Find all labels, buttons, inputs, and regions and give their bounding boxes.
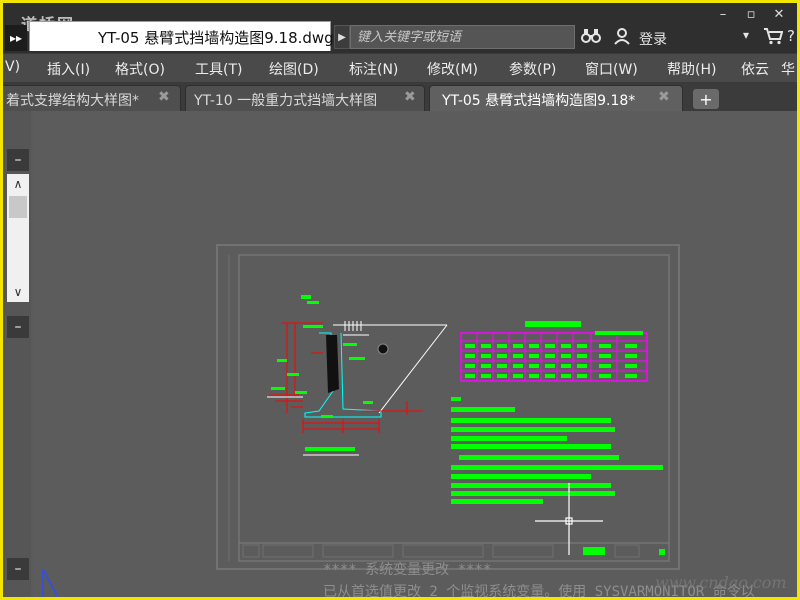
title-block-cell: [614, 544, 640, 558]
quantity-table: [460, 321, 648, 382]
cad-drawing: [42, 244, 680, 597]
title-block-cell: [322, 544, 394, 558]
title-block-cell: [242, 544, 260, 558]
ground-hatch: [344, 321, 362, 331]
title-block-cell: [492, 544, 554, 558]
title-block-cell: [402, 544, 484, 558]
backfill-slope-line: [378, 324, 448, 414]
drain-pipe: [377, 343, 389, 355]
ucs-icon: [42, 568, 59, 597]
watermark-bottom-right: www.cndao.com: [655, 573, 787, 592]
title-block-cell: [262, 544, 314, 558]
table-title: [525, 321, 581, 327]
title-block-mark: [583, 547, 605, 555]
title-block-mark: [659, 549, 665, 555]
wall-annotations: [271, 295, 373, 451]
wall-stem-fill: [326, 335, 339, 393]
command-line-message: **** 系统变量更改 ****: [323, 562, 492, 578]
notes-block: [451, 397, 663, 504]
sheet-border: [216, 244, 680, 570]
app-window: 道桥网 ▸▸ YT-05 悬臂式挡墙构造图9.18.dwg ▶ 登录 ▾ ? –…: [0, 0, 800, 600]
